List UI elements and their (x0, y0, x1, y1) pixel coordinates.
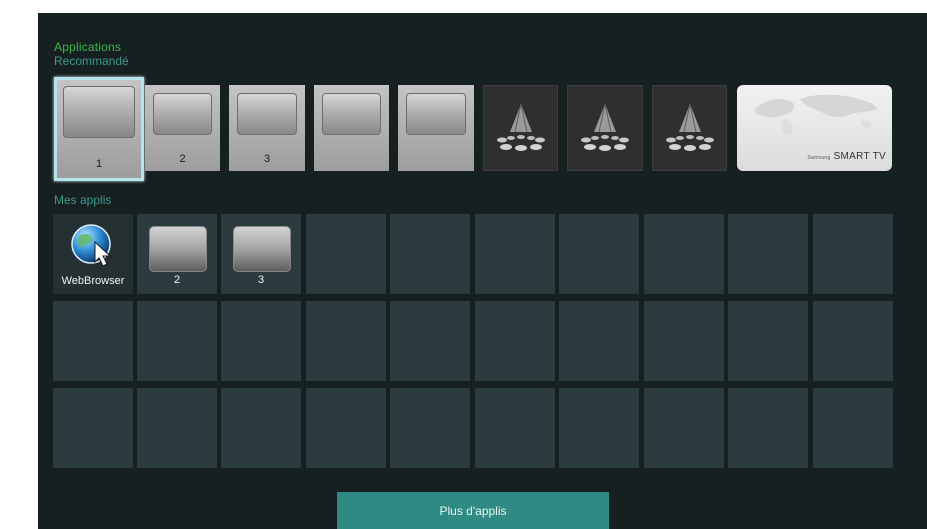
recommended-app-1[interactable]: 1 (54, 77, 144, 181)
empty-app-slot[interactable] (306, 214, 386, 294)
my-apps-label: Mes applis (54, 193, 112, 207)
smart-tv-banner[interactable]: Samsung SMART TV (737, 85, 892, 171)
empty-app-slot[interactable] (813, 388, 893, 468)
app-thumbnail (149, 226, 207, 272)
recommended-app-label: 2 (179, 153, 186, 165)
empty-app-slot[interactable] (728, 388, 808, 468)
empty-app-slot[interactable] (644, 388, 724, 468)
more-apps-button[interactable]: Plus d'applis (337, 492, 609, 529)
app-label: WebBrowser (61, 275, 125, 287)
recommended-app-4[interactable] (314, 85, 389, 171)
spotlight-placeholder-icon (496, 103, 545, 151)
empty-app-slot[interactable] (644, 301, 724, 381)
world-map-graphic (754, 94, 877, 135)
empty-app-slot[interactable] (137, 301, 217, 381)
spotlight-placeholder-icon (581, 103, 629, 151)
app-thumbnail (63, 86, 135, 138)
empty-app-slot[interactable] (728, 301, 808, 381)
empty-app-slot[interactable] (221, 388, 301, 468)
app-thumbnail (153, 93, 212, 135)
empty-app-slot[interactable] (559, 214, 639, 294)
recommended-label: Recommandé (54, 54, 129, 68)
empty-app-slot[interactable] (475, 301, 555, 381)
webbrowser-app[interactable]: WebBrowser (53, 214, 133, 294)
recommended-app-5[interactable] (398, 85, 474, 171)
empty-app-slot[interactable] (644, 214, 724, 294)
empty-app-slot[interactable] (559, 301, 639, 381)
empty-app-slot[interactable] (813, 301, 893, 381)
empty-app-slot[interactable] (306, 301, 386, 381)
my-app-2[interactable]: 2 (137, 214, 217, 294)
empty-app-slot[interactable] (813, 214, 893, 294)
empty-app-slot[interactable] (137, 388, 217, 468)
my-app-3[interactable]: 3 (221, 214, 301, 294)
empty-app-slot[interactable] (306, 388, 386, 468)
empty-app-slot[interactable] (559, 388, 639, 468)
empty-app-slot[interactable] (53, 388, 133, 468)
applications-title: Applications (54, 40, 122, 54)
app-thumbnail (322, 93, 381, 135)
loading-app-slot[interactable] (567, 85, 643, 171)
loading-app-slot[interactable] (652, 85, 727, 171)
app-label: 3 (257, 274, 265, 286)
tv-screen: Applications Recommandé 1 2 3 Samsung SM… (0, 0, 927, 529)
smart-tv-logo: Samsung SMART TV (807, 151, 886, 162)
recommended-app-label: 3 (263, 153, 271, 165)
globe-cursor-icon (71, 224, 112, 267)
empty-app-slot[interactable] (475, 388, 555, 468)
empty-app-slot[interactable] (390, 214, 470, 294)
app-thumbnail (406, 93, 466, 135)
empty-app-slot[interactable] (221, 301, 301, 381)
spotlight-placeholder-icon (665, 103, 714, 151)
app-thumbnail (233, 226, 291, 272)
empty-app-slot[interactable] (53, 301, 133, 381)
app-label: 2 (173, 274, 181, 286)
recommended-app-3[interactable]: 3 (229, 85, 305, 171)
apps-panel: Applications Recommandé 1 2 3 Samsung SM… (38, 13, 927, 529)
recommended-app-label: 1 (95, 158, 103, 170)
empty-app-slot[interactable] (475, 214, 555, 294)
loading-app-slot[interactable] (483, 85, 558, 171)
empty-app-slot[interactable] (728, 214, 808, 294)
empty-app-slot[interactable] (390, 301, 470, 381)
empty-app-slot[interactable] (390, 388, 470, 468)
recommended-app-2[interactable]: 2 (145, 85, 220, 171)
app-thumbnail (237, 93, 297, 135)
